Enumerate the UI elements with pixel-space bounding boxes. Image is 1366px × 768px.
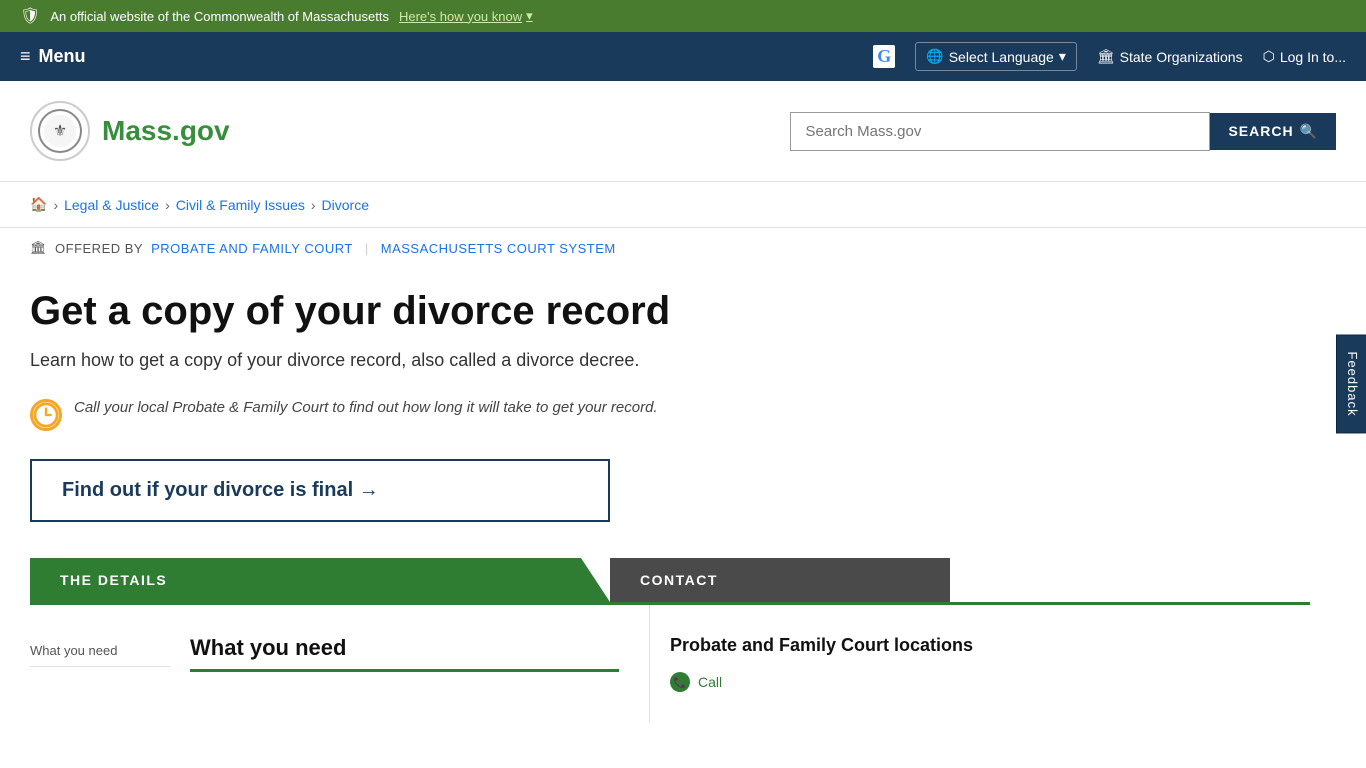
page-subtitle: Learn how to get a copy of your divorce …: [30, 350, 1310, 371]
hamburger-icon: ≡: [20, 46, 31, 67]
find-out-box[interactable]: Find out if your divorce is final →: [30, 459, 610, 522]
site-header: ⚜ Mass.gov SEARCH 🔍: [0, 81, 1366, 182]
contact-call-item: 📞 Call: [670, 672, 1290, 692]
building-icon: 🏛: [30, 240, 47, 256]
probate-family-court-link[interactable]: Probate and Family Court: [151, 241, 353, 256]
contact-call-label: Call: [698, 674, 722, 690]
menu-button[interactable]: ≡ Menu: [20, 46, 86, 67]
login-icon: ⬡: [1263, 48, 1275, 65]
nav-bar: ≡ Menu G 🌐 Select Language ▾ 🏛 State Org…: [0, 32, 1366, 81]
breadcrumb-divorce[interactable]: Divorce: [322, 197, 369, 213]
find-out-link[interactable]: Find out if your divorce is final →: [62, 479, 578, 502]
search-icon: 🔍: [1300, 123, 1318, 140]
shield-icon: 🛡: [20, 6, 40, 26]
top-banner: 🛡 An official website of the Commonwealt…: [0, 0, 1366, 32]
offered-by-label: OFFERED BY: [55, 241, 143, 256]
clock-icon: [30, 399, 62, 431]
breadcrumb-legal[interactable]: Legal & Justice: [64, 197, 159, 213]
tab-contact[interactable]: CONTACT: [610, 558, 950, 602]
mass-seal: ⚜: [30, 101, 90, 161]
heres-how-link[interactable]: Here's how you know ▾: [399, 8, 533, 24]
sidebar-nav-what-you-need[interactable]: What you need: [30, 635, 170, 667]
breadcrumb-home[interactable]: 🏠: [30, 196, 47, 213]
search-area: SEARCH 🔍: [790, 112, 1336, 151]
contact-pane: Probate and Family Court locations 📞 Cal…: [650, 605, 1310, 722]
tab-details[interactable]: THE DETAILS: [30, 558, 610, 602]
content-area: What you need What you need Probate and …: [30, 602, 1310, 722]
building-icon: 🏛: [1097, 48, 1115, 65]
phone-icon: 📞: [670, 672, 690, 692]
details-sidebar-nav: What you need: [30, 635, 170, 692]
separator: |: [365, 241, 369, 256]
select-language-button[interactable]: 🌐 Select Language ▾: [915, 42, 1077, 71]
what-you-need-heading: What you need: [190, 635, 619, 672]
state-organizations-link[interactable]: 🏛 State Organizations: [1097, 48, 1243, 65]
mass-court-system-link[interactable]: Massachusetts Court System: [381, 241, 616, 256]
google-translate-icon: G: [873, 45, 895, 68]
log-in-button[interactable]: ⬡ Log In to...: [1263, 48, 1346, 65]
site-logo-text[interactable]: Mass.gov: [102, 115, 230, 147]
nav-right: G 🌐 Select Language ▾ 🏛 State Organizati…: [873, 42, 1346, 71]
notice-text: Call your local Probate & Family Court t…: [74, 399, 658, 416]
tabs-row: THE DETAILS CONTACT: [30, 558, 1310, 602]
feedback-tab[interactable]: Feedback: [1336, 334, 1366, 433]
chevron-down-icon: ▾: [526, 8, 533, 24]
details-pane: What you need What you need: [30, 605, 650, 722]
chevron-down-icon: ▾: [1059, 48, 1066, 65]
breadcrumb-chevron: ›: [311, 197, 316, 213]
offered-by: 🏛 OFFERED BY Probate and Family Court | …: [0, 228, 1366, 268]
svg-text:⚜: ⚜: [53, 123, 67, 140]
details-main: What you need: [190, 635, 619, 692]
breadcrumb-civil[interactable]: Civil & Family Issues: [176, 197, 305, 213]
breadcrumb: 🏠 › Legal & Justice › Civil & Family Iss…: [0, 182, 1366, 228]
search-input[interactable]: [790, 112, 1210, 151]
official-text: An official website of the Commonwealth …: [50, 9, 389, 24]
globe-icon: 🌐: [926, 48, 943, 65]
notice-box: Call your local Probate & Family Court t…: [30, 399, 1310, 431]
breadcrumb-chevron: ›: [53, 197, 58, 213]
main-content: Get a copy of your divorce record Learn …: [0, 268, 1340, 762]
page-title: Get a copy of your divorce record: [30, 288, 1310, 334]
contact-heading: Probate and Family Court locations: [670, 635, 1290, 656]
breadcrumb-chevron: ›: [165, 197, 170, 213]
search-button[interactable]: SEARCH 🔍: [1210, 113, 1336, 150]
logo-area: ⚜ Mass.gov: [30, 101, 230, 161]
